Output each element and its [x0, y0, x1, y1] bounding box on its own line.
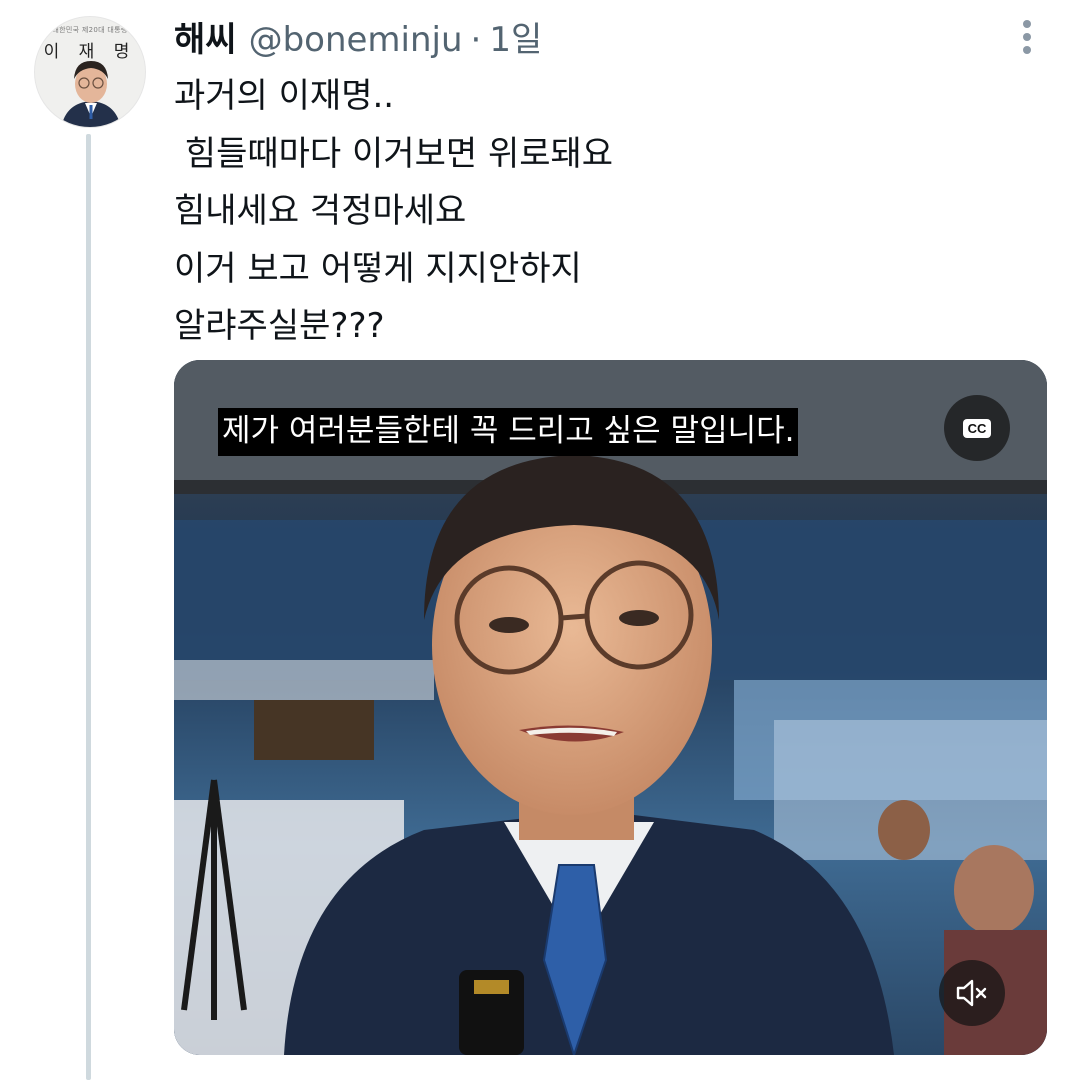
tweet-text-line: 과거의 이재명.. — [174, 76, 395, 116]
video-frame — [174, 360, 1047, 1055]
tweet-text: 과거의 이재명.. 힘들때마다 이거보면 위로돼요 힘내세요 걱정마세요 이거 … — [174, 68, 1034, 356]
tweet-header: 해씨 @boneminju · 1일 — [174, 12, 542, 62]
muted-speaker-icon — [956, 979, 987, 1007]
tweet-text-line: 알랴주실분??? — [174, 306, 385, 346]
avatar[interactable]: 대한민국 제20대 대통령 이 재 명 — [34, 16, 146, 128]
header-separator: · — [470, 20, 482, 60]
tweet-text-line: 힘내세요 걱정마세요 — [174, 191, 467, 231]
thread-connector-line — [86, 134, 91, 1080]
tweet-text-line: 힘들때마다 이거보면 위로돼요 — [174, 133, 614, 174]
video-player[interactable]: 제가 여러분들한테 꼭 드리고 싶은 말입니다. CC — [174, 360, 1047, 1055]
avatar-portrait — [61, 61, 121, 127]
tweet-text-line: 이거 보고 어떻게 지지안하지 — [174, 248, 582, 289]
display-name[interactable]: 해씨 — [174, 12, 237, 61]
closed-captions-button[interactable]: CC — [944, 395, 1010, 461]
timestamp[interactable]: 1일 — [489, 12, 542, 61]
video-subtitle: 제가 여러분들한테 꼭 드리고 싶은 말입니다. — [218, 408, 799, 456]
more-vertical-icon[interactable] — [1020, 20, 1034, 54]
user-handle[interactable]: @boneminju — [249, 20, 463, 60]
mute-button[interactable] — [939, 960, 1005, 1026]
closed-captions-icon: CC — [962, 418, 992, 438]
